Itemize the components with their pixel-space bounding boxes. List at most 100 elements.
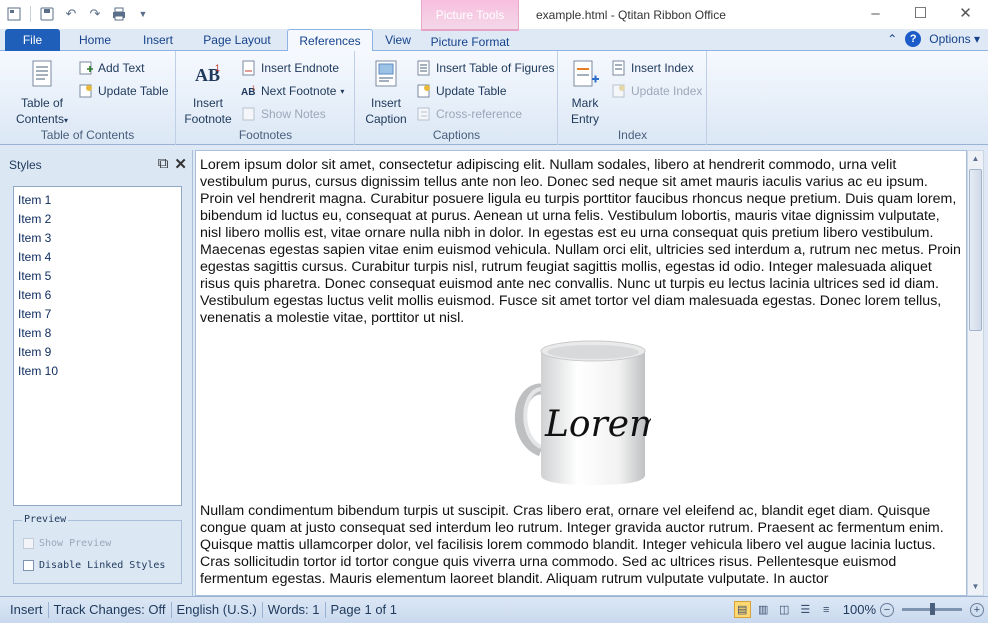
- print-layout-view-icon[interactable]: ▤: [733, 601, 751, 618]
- styles-pane-buttons: ⧉ ✕: [158, 155, 187, 173]
- outline-view-icon[interactable]: ☰: [797, 601, 814, 618]
- maximize-button[interactable]: ☐: [898, 0, 943, 26]
- disable-linked-styles-label: Disable Linked Styles: [39, 560, 166, 571]
- insert-caption-button[interactable]: Insert Caption: [360, 59, 412, 127]
- tab-page-layout[interactable]: Page Layout: [192, 29, 282, 51]
- list-item[interactable]: Item 1: [18, 191, 177, 210]
- customize-qat-icon[interactable]: ▼: [133, 4, 153, 24]
- styles-list[interactable]: Item 1 Item 2 Item 3 Item 4 Item 5 Item …: [13, 186, 182, 506]
- page-status[interactable]: Page 1 of 1: [326, 602, 403, 618]
- tab-home[interactable]: Home: [66, 29, 124, 51]
- app-menu-icon[interactable]: [4, 4, 24, 24]
- mark-entry-label-line1: Mark: [571, 96, 599, 110]
- mug-image[interactable]: Lorem: [511, 339, 651, 489]
- group-title-captions: Captions: [432, 128, 481, 142]
- track-changes-status[interactable]: Track Changes: Off: [49, 602, 172, 618]
- add-text-button[interactable]: Add Text: [78, 58, 144, 78]
- insert-index-icon: [612, 60, 625, 76]
- options-label: Options: [929, 32, 971, 46]
- tab-picture-format[interactable]: Picture Format: [421, 29, 519, 51]
- minimize-button[interactable]: –: [853, 0, 898, 26]
- draft-view-icon[interactable]: ≡: [818, 601, 835, 618]
- float-pane-icon[interactable]: ⧉: [158, 155, 169, 173]
- caption-label-line1: Insert: [370, 96, 401, 110]
- show-notes-button[interactable]: Show Notes: [241, 104, 326, 124]
- insert-footnote-icon: AB1: [195, 63, 220, 85]
- disable-linked-styles-checkbox[interactable]: Disable Linked Styles: [23, 560, 165, 571]
- preview-legend: Preview: [22, 514, 69, 525]
- styles-pane-header: Styles ⧉ ✕: [0, 150, 193, 178]
- show-preview-checkbox[interactable]: Show Preview: [23, 538, 111, 549]
- mug-text: Lorem: [544, 404, 651, 445]
- cross-reference-button[interactable]: Cross-reference: [416, 104, 522, 124]
- print-icon[interactable]: [109, 4, 129, 24]
- update-index-button[interactable]: Update Index: [611, 81, 702, 101]
- web-layout-view-icon[interactable]: ◫: [776, 601, 793, 618]
- svg-text:1: 1: [215, 63, 220, 73]
- mark-entry-button[interactable]: Mark Entry: [563, 59, 607, 127]
- redo-icon[interactable]: ↷: [85, 4, 105, 24]
- insert-footnote-button[interactable]: AB 1 Insert Footnote: [181, 59, 235, 127]
- tab-insert[interactable]: Insert: [130, 29, 186, 51]
- next-footnote-button[interactable]: AB 1 Next Footnote ▾: [241, 81, 344, 101]
- list-item[interactable]: Item 3: [18, 229, 177, 248]
- insert-mode-status[interactable]: Insert: [0, 602, 49, 618]
- list-item[interactable]: Item 4: [18, 248, 177, 267]
- toc-label-line1: Table of: [20, 96, 64, 110]
- picture-tools-context-label: Picture Tools: [421, 0, 519, 29]
- insert-endnote-button[interactable]: Insert Endnote: [241, 58, 339, 78]
- zoom-out-icon[interactable]: −: [880, 602, 894, 617]
- footnote-label-line1: Insert: [192, 96, 223, 110]
- insert-index-button[interactable]: Insert Index: [611, 58, 694, 78]
- scroll-up-arrow[interactable]: ▲: [968, 151, 983, 167]
- help-icon[interactable]: ?: [905, 31, 922, 47]
- list-item[interactable]: Item 10: [18, 362, 177, 381]
- group-title-index: Index: [617, 128, 648, 142]
- list-item[interactable]: Item 6: [18, 286, 177, 305]
- list-item[interactable]: Item 7: [18, 305, 177, 324]
- tab-file[interactable]: File: [5, 29, 60, 51]
- tab-references[interactable]: References: [287, 29, 373, 52]
- tab-view[interactable]: View: [377, 29, 419, 51]
- group-footnotes: AB 1 Insert Footnote Insert Endnote AB 1 N…: [177, 51, 355, 145]
- zoom-level[interactable]: 100%: [843, 602, 876, 617]
- ribbon-panel: Table of Contents▾ Add Text Update Table…: [0, 51, 988, 145]
- insert-table-of-figures-button[interactable]: Insert Table of Figures: [416, 58, 555, 78]
- document-area[interactable]: Lorem ipsum dolor sit amet, consectetur …: [195, 150, 967, 596]
- zoom-slider[interactable]: [902, 603, 962, 615]
- language-status[interactable]: English (U.S.): [172, 602, 263, 618]
- collapse-ribbon-icon[interactable]: ⌃: [887, 32, 897, 46]
- close-window-button[interactable]: ✕: [943, 0, 988, 26]
- list-item[interactable]: Item 5: [18, 267, 177, 286]
- list-item[interactable]: Item 9: [18, 343, 177, 362]
- zoom-in-icon[interactable]: +: [970, 602, 984, 617]
- update-table-button[interactable]: Update Table: [78, 81, 169, 101]
- list-item[interactable]: Item 2: [18, 210, 177, 229]
- table-of-contents-button[interactable]: Table of Contents▾: [12, 59, 72, 129]
- save-icon[interactable]: [37, 4, 57, 24]
- styles-pane: Styles ⧉ ✕ Item 1 Item 2 Item 3 Item 4 I…: [0, 150, 193, 596]
- close-pane-icon[interactable]: ✕: [174, 155, 187, 173]
- full-screen-view-icon[interactable]: ▥: [755, 601, 772, 618]
- update-table-icon: [79, 84, 92, 98]
- title-bar: ↶ ↷ ▼ Picture Tools example.html - Qtita…: [0, 0, 988, 29]
- options-menu[interactable]: Options ▾: [929, 32, 980, 46]
- insert-caption-icon: [375, 60, 397, 87]
- zoom-slider-knob[interactable]: [930, 603, 935, 615]
- tabs-right-area: ⌃ ? Options ▾: [887, 31, 980, 47]
- group-index: Mark Entry Insert Index Update Index Ind…: [559, 51, 707, 145]
- paragraph-1: Lorem ipsum dolor sit amet, consectetur …: [200, 157, 961, 326]
- disable-linked-styles-box: [23, 560, 34, 571]
- scroll-thumb[interactable]: [969, 169, 982, 331]
- word-count-status[interactable]: Words: 1: [263, 602, 326, 618]
- vertical-scrollbar[interactable]: ▲ ▼: [967, 150, 984, 596]
- window-title: example.html - Qtitan Ribbon Office: [536, 8, 726, 22]
- scroll-down-arrow[interactable]: ▼: [968, 579, 983, 595]
- show-notes-icon: [242, 107, 255, 121]
- captions-update-table-button[interactable]: Update Table: [416, 81, 507, 101]
- list-item[interactable]: Item 8: [18, 324, 177, 343]
- insert-endnote-icon: [242, 60, 255, 76]
- show-preview-label: Show Preview: [39, 538, 112, 549]
- group-title-footnotes: Footnotes: [238, 128, 293, 142]
- undo-icon[interactable]: ↶: [61, 4, 81, 24]
